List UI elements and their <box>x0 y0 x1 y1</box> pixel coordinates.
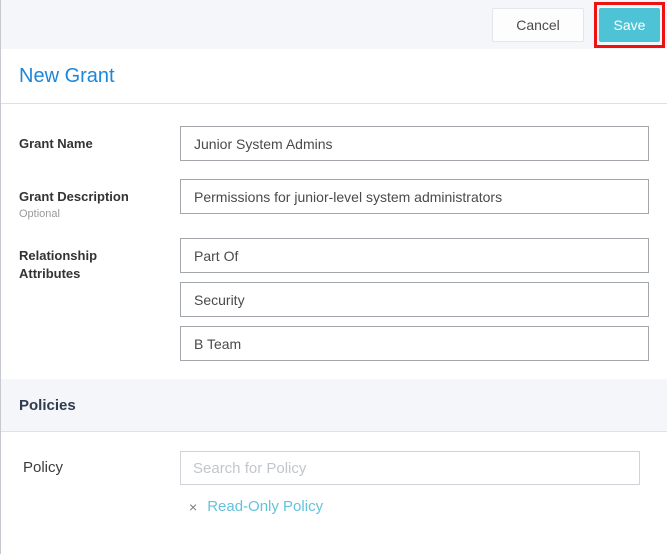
annotation-highlight-box: Save <box>594 2 665 48</box>
grant-name-row: Grant Name <box>1 126 667 161</box>
policies-heading: Policies <box>19 397 76 414</box>
relationship-attributes-label: Relationship Attributes <box>19 247 134 283</box>
grant-description-label: Grant Description <box>19 188 180 206</box>
save-button[interactable]: Save <box>599 8 660 42</box>
page-title: New Grant <box>19 65 649 88</box>
relationship-attributes-row: Relationship Attributes <box>1 238 667 361</box>
optional-note: Optional <box>19 208 180 220</box>
grant-form: Grant Name Grant Description Optional Re… <box>1 104 667 361</box>
grant-description-input[interactable] <box>180 179 649 214</box>
grant-name-label: Grant Name <box>19 135 180 153</box>
policy-row: Policy <box>1 451 667 485</box>
selected-policy-tag: × Read-Only Policy <box>189 498 667 515</box>
relationship-attribute-input-3[interactable] <box>180 326 649 361</box>
grant-description-row: Grant Description Optional <box>1 179 667 220</box>
new-grant-page: { "topbar": { "cancel_label": "Cancel", … <box>0 0 667 554</box>
relationship-attribute-input-2[interactable] <box>180 282 649 317</box>
top-action-bar: Cancel Save <box>1 0 667 49</box>
title-bar: New Grant <box>1 49 667 104</box>
remove-policy-icon[interactable]: × <box>189 500 197 514</box>
policy-search-input[interactable] <box>180 451 640 485</box>
policy-label: Policy <box>1 451 180 485</box>
cancel-button[interactable]: Cancel <box>492 8 584 42</box>
relationship-attribute-input-1[interactable] <box>180 238 649 273</box>
selected-policy-name[interactable]: Read-Only Policy <box>207 498 323 515</box>
policies-section-header: Policies <box>1 379 667 432</box>
grant-name-input[interactable] <box>180 126 649 161</box>
